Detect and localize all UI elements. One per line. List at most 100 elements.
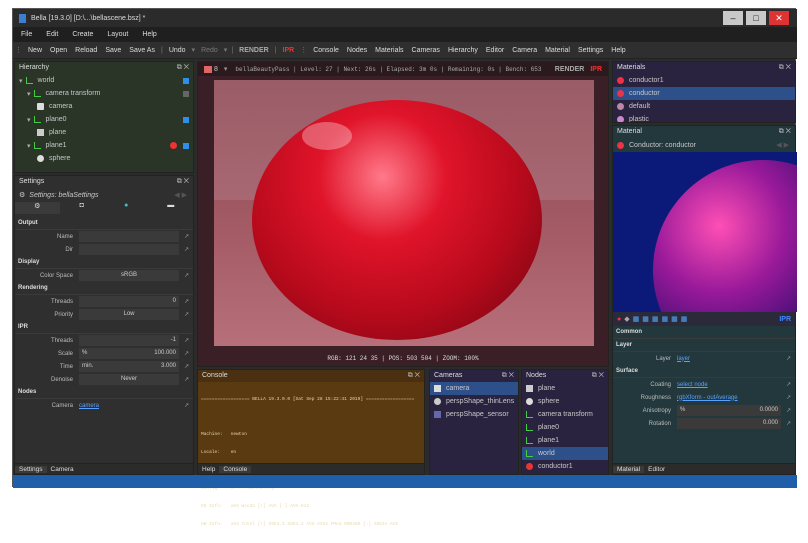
- tab-help-bottom[interactable]: Help: [198, 466, 219, 473]
- link-icon[interactable]: ↗: [184, 337, 189, 344]
- viewport-ipr-button[interactable]: IPR: [590, 66, 602, 73]
- environment-tab-icon[interactable]: ●: [104, 202, 149, 214]
- panel-controls[interactable]: ⧉ ✕: [502, 370, 514, 382]
- list-item[interactable]: plane: [522, 382, 608, 395]
- tab-nodes[interactable]: Nodes: [347, 47, 367, 54]
- threads-field[interactable]: Threads 0 ↗: [15, 295, 193, 308]
- name-input[interactable]: [79, 231, 179, 242]
- open-button[interactable]: Open: [50, 47, 67, 54]
- save-as-button[interactable]: Save As: [129, 47, 155, 54]
- panel-controls[interactable]: ⧉ ✕: [408, 370, 420, 382]
- list-item[interactable]: perspShape_thinLens: [430, 395, 518, 408]
- nav-arrows-icon[interactable]: ◀ ▶: [776, 141, 789, 149]
- list-item[interactable]: plane1: [522, 434, 608, 447]
- link-icon[interactable]: ↗: [184, 246, 189, 253]
- coating-link[interactable]: select node: [677, 382, 795, 388]
- reload-button[interactable]: Reload: [75, 47, 97, 54]
- expand-icon[interactable]: ▾: [27, 142, 31, 150]
- save-button[interactable]: Save: [105, 47, 121, 54]
- camera-link[interactable]: camera: [79, 403, 193, 409]
- expand-icon[interactable]: ▾: [27, 90, 31, 98]
- expand-icon[interactable]: ▾: [19, 77, 23, 85]
- color-space-select[interactable]: sRGB: [79, 270, 179, 281]
- tab-material[interactable]: Material: [545, 47, 570, 54]
- link-icon[interactable]: ↗: [786, 394, 791, 401]
- camera-field[interactable]: Camera camera ↗: [15, 399, 193, 412]
- time-field[interactable]: Time min. 3.000 ↗: [15, 360, 193, 373]
- tab-console[interactable]: Console: [313, 47, 339, 54]
- list-item[interactable]: default: [613, 100, 795, 113]
- tree-item[interactable]: ▾ plane1: [15, 139, 193, 152]
- tab-editor-bottom[interactable]: Editor: [644, 466, 669, 473]
- tab-hierarchy[interactable]: Hierarchy: [448, 47, 478, 54]
- output-tab-icon[interactable]: ▬: [149, 202, 194, 214]
- list-item[interactable]: world: [522, 447, 608, 460]
- layer-link[interactable]: layer: [677, 356, 795, 362]
- layer-icon[interactable]: [204, 65, 212, 73]
- list-item[interactable]: perspShape_sensor: [430, 408, 518, 421]
- rotation-input[interactable]: 0.000: [677, 418, 781, 429]
- tab-editor[interactable]: Editor: [486, 47, 504, 54]
- panel-controls[interactable]: ⧉ ✕: [779, 126, 791, 138]
- time-input[interactable]: min. 3.000: [79, 361, 179, 372]
- list-item[interactable]: conductor1: [613, 74, 795, 87]
- tab-materials[interactable]: Materials: [375, 47, 403, 54]
- link-icon[interactable]: ↗: [786, 420, 791, 427]
- ipr-button[interactable]: IPR: [283, 47, 295, 54]
- env2-icon[interactable]: ▦: [642, 315, 649, 323]
- env3-icon[interactable]: ▦: [652, 315, 659, 323]
- section-common[interactable]: Common: [613, 326, 795, 339]
- section-output[interactable]: Output: [15, 217, 193, 230]
- link-icon[interactable]: ↗: [184, 272, 189, 279]
- link-icon[interactable]: ↗: [184, 233, 189, 240]
- maximize-button[interactable]: □: [746, 11, 766, 25]
- link-icon[interactable]: ↗: [786, 355, 791, 362]
- redo-dropdown-icon[interactable]: ▾: [224, 46, 228, 54]
- link-icon[interactable]: ↗: [184, 350, 189, 357]
- menu-create[interactable]: Create: [72, 31, 93, 38]
- tab-cameras[interactable]: Cameras: [412, 47, 440, 54]
- tree-item[interactable]: camera: [15, 100, 193, 113]
- tab-settings[interactable]: Settings: [578, 47, 603, 54]
- priority-select[interactable]: Low: [79, 309, 179, 320]
- name-field[interactable]: Name ↗: [15, 230, 193, 243]
- tab-camera-bottom[interactable]: Camera: [47, 466, 78, 473]
- tab-camera[interactable]: Camera: [512, 47, 537, 54]
- roughness-link[interactable]: rgbXform - outAverage: [677, 395, 795, 401]
- priority-field[interactable]: Priority Low ↗: [15, 308, 193, 321]
- nav-arrows-icon[interactable]: ◀ ▶: [174, 191, 187, 199]
- link-icon[interactable]: ↗: [184, 363, 189, 370]
- scale-field[interactable]: Scale% 100.000 ↗: [15, 347, 193, 360]
- render-image[interactable]: [214, 80, 594, 346]
- section-rendering[interactable]: Rendering: [15, 282, 193, 295]
- section-surface[interactable]: Surface: [613, 365, 795, 378]
- link-icon[interactable]: ↗: [184, 376, 189, 383]
- color-space-field[interactable]: Color Space sRGB ↗: [15, 269, 193, 282]
- panel-controls[interactable]: ⧉ ✕: [177, 62, 189, 74]
- link-icon[interactable]: ↗: [786, 381, 791, 388]
- menu-layout[interactable]: Layout: [107, 31, 128, 38]
- env1-icon[interactable]: ▦: [633, 315, 640, 323]
- dir-input[interactable]: [79, 244, 179, 255]
- visibility-toggle[interactable]: [183, 116, 189, 123]
- list-item[interactable]: plastic: [613, 113, 795, 122]
- tab-help[interactable]: Help: [611, 47, 625, 54]
- tree-item[interactable]: ▾ plane0: [15, 113, 193, 126]
- coating-field[interactable]: Coating select node ↗: [613, 378, 795, 391]
- minimize-button[interactable]: –: [723, 11, 743, 25]
- layer-field[interactable]: Layer layer ↗: [613, 352, 795, 365]
- tree-item[interactable]: sphere: [15, 152, 193, 165]
- tree-item[interactable]: ▾ world: [15, 74, 193, 87]
- section-nodes[interactable]: Nodes: [15, 386, 193, 399]
- env4-icon[interactable]: ▦: [662, 315, 669, 323]
- rotation-field[interactable]: Rotation 0.000 ↗: [613, 417, 795, 430]
- link-icon[interactable]: ↗: [786, 407, 791, 414]
- material-ipr-button[interactable]: IPR: [779, 316, 791, 323]
- anisotropy-field[interactable]: Anisotropy% 0.0000 ↗: [613, 404, 795, 417]
- tab-console-bottom[interactable]: Console: [219, 465, 252, 473]
- anisotropy-input[interactable]: % 0.0000: [677, 405, 781, 416]
- tab-settings-bottom[interactable]: Settings: [15, 465, 47, 473]
- visibility-toggle[interactable]: [183, 77, 189, 84]
- section-ipr[interactable]: IPR: [15, 321, 193, 334]
- gear-tab-icon[interactable]: ⚙: [15, 202, 60, 214]
